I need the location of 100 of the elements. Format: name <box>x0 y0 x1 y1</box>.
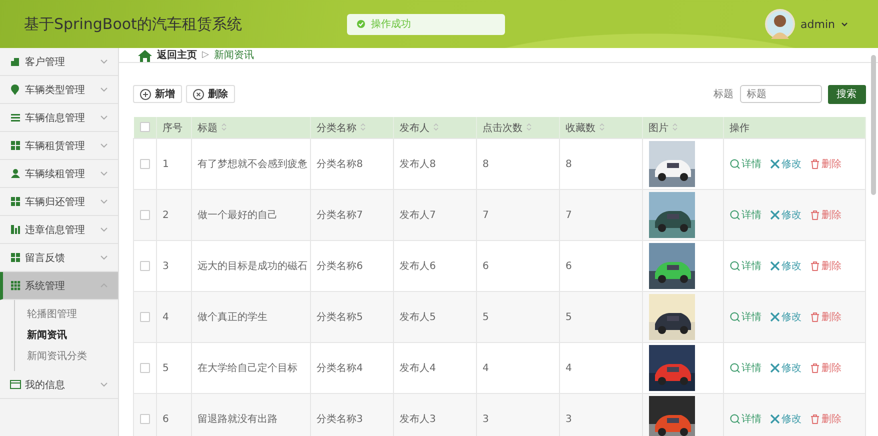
caret-icon <box>841 22 848 26</box>
delete-link[interactable]: 删除 <box>810 208 842 222</box>
submenu-item[interactable]: 轮播图管理 <box>15 304 118 325</box>
table-cell: 4 <box>482 362 489 374</box>
table-cell: 5 <box>566 312 572 322</box>
edit-link[interactable]: 修改 <box>770 361 802 375</box>
delete-link[interactable]: 删除 <box>810 412 842 426</box>
table-cell: 分类名称8 <box>316 159 363 170</box>
chevron-down-icon <box>100 87 108 92</box>
edit-link[interactable]: 修改 <box>770 208 802 222</box>
delete-link[interactable]: 删除 <box>810 157 842 171</box>
sort-icon <box>360 122 366 130</box>
table-cell: 分类名称5 <box>316 312 363 323</box>
chevron-down-icon <box>100 143 108 148</box>
card-icon <box>10 379 21 390</box>
details-link[interactable]: 详情 <box>730 412 762 426</box>
chart-icon <box>10 224 21 235</box>
row-checkbox[interactable] <box>140 312 150 322</box>
column-header: 序号 <box>162 122 182 134</box>
search-label: 标题 <box>714 88 734 101</box>
table-cell: 3 <box>162 260 169 272</box>
table-cell: 发布人3 <box>400 414 436 425</box>
table-cell: 发布人5 <box>400 312 436 323</box>
sidebar-item[interactable]: 车辆类型管理 <box>0 76 118 104</box>
sort-icon <box>526 122 532 130</box>
table-cell: 2 <box>162 210 169 220</box>
pin-icon <box>10 84 21 95</box>
trash-icon <box>810 159 820 169</box>
sidebar-item[interactable]: 车辆续租管理 <box>0 160 118 188</box>
add-button[interactable]: 新增 <box>133 85 182 103</box>
grid-icon <box>10 196 21 207</box>
sidebar-item[interactable]: 客户管理 <box>0 48 118 76</box>
column-header: 操作 <box>730 122 750 134</box>
select-all-checkbox[interactable] <box>140 122 150 132</box>
trash-icon <box>810 312 820 322</box>
edit-link[interactable]: 修改 <box>770 157 802 171</box>
chevron-down-icon <box>100 227 108 232</box>
details-link[interactable]: 详情 <box>730 310 762 324</box>
table-cell: 5 <box>162 362 169 374</box>
magnifier-icon <box>730 363 740 373</box>
table-cell: 3 <box>482 414 489 424</box>
details-link[interactable]: 详情 <box>730 259 762 273</box>
sort-icon <box>672 122 678 130</box>
edit-link[interactable]: 修改 <box>770 259 802 273</box>
home-icon <box>138 48 152 62</box>
edit-link[interactable]: 修改 <box>770 412 802 426</box>
delete-link[interactable]: 删除 <box>810 310 842 324</box>
row-checkbox[interactable] <box>140 362 150 373</box>
sidebar-item[interactable]: 车辆归还管理 <box>0 188 118 216</box>
row-checkbox[interactable] <box>140 210 150 220</box>
table-cell: 分类名称6 <box>316 261 363 272</box>
chevron-down-icon <box>100 171 108 176</box>
home-link[interactable]: 返回主页 <box>157 48 197 62</box>
delete-link[interactable]: 删除 <box>810 361 842 375</box>
app-title: 基于SpringBoot的汽车租赁系统 <box>24 14 243 34</box>
row-checkbox[interactable] <box>140 414 150 424</box>
column-header[interactable]: 发布人 <box>400 122 430 134</box>
breadcrumb-separator: ▷ <box>202 50 209 60</box>
user-menu[interactable]: admin <box>800 18 835 30</box>
magnifier-icon <box>730 210 740 220</box>
row-checkbox[interactable] <box>140 158 150 169</box>
sidebar-item[interactable]: 系统管理 <box>0 272 118 300</box>
details-link[interactable]: 详情 <box>730 157 762 171</box>
table-cell: 6 <box>566 260 572 272</box>
submenu-item[interactable]: 新闻资讯分类 <box>15 346 118 367</box>
sidebar-item[interactable]: 我的信息 <box>0 371 118 399</box>
delete-button[interactable]: 删除 <box>186 85 235 103</box>
sidebar-item[interactable]: 车辆租赁管理 <box>0 132 118 160</box>
details-link[interactable]: 详情 <box>730 208 762 222</box>
table-cell: 分类名称3 <box>316 414 363 425</box>
column-header[interactable]: 图片 <box>648 122 668 134</box>
scrollbar[interactable] <box>871 55 876 195</box>
table-cell: 1 <box>162 158 169 170</box>
submenu-item[interactable]: 新闻资讯 <box>15 325 118 346</box>
column-header[interactable]: 标题 <box>198 122 218 134</box>
grid-icon <box>10 280 21 291</box>
delete-link[interactable]: 删除 <box>810 259 842 273</box>
magnifier-icon <box>730 159 740 169</box>
toast-message: 操作成功 <box>371 18 411 31</box>
table-cell: 6 <box>482 260 489 272</box>
search-field[interactable]: 标题 <box>740 85 822 103</box>
column-header[interactable]: 收藏数 <box>566 122 596 134</box>
avatar-icon <box>764 9 795 39</box>
table-cell: 留退路就没有出路 <box>198 414 278 425</box>
trash-icon <box>810 363 820 373</box>
edit-link[interactable]: 修改 <box>770 310 802 324</box>
table-cell: 4 <box>566 362 572 374</box>
magnifier-icon <box>730 261 740 271</box>
person-icon <box>10 168 21 179</box>
chevron-down-icon <box>100 255 108 260</box>
row-checkbox[interactable] <box>140 260 150 271</box>
details-link[interactable]: 详情 <box>730 361 762 375</box>
table-cell: 8 <box>482 158 489 170</box>
sidebar-item[interactable]: 车辆信息管理 <box>0 104 118 132</box>
table-cell: 发布人8 <box>400 159 436 170</box>
table-cell: 分类名称7 <box>316 210 363 221</box>
search-button[interactable]: 搜索 <box>828 84 866 104</box>
sidebar-item[interactable]: 违章信息管理 <box>0 216 118 244</box>
chevron-down-icon <box>100 382 108 387</box>
table-cell: 发布人7 <box>400 210 436 221</box>
